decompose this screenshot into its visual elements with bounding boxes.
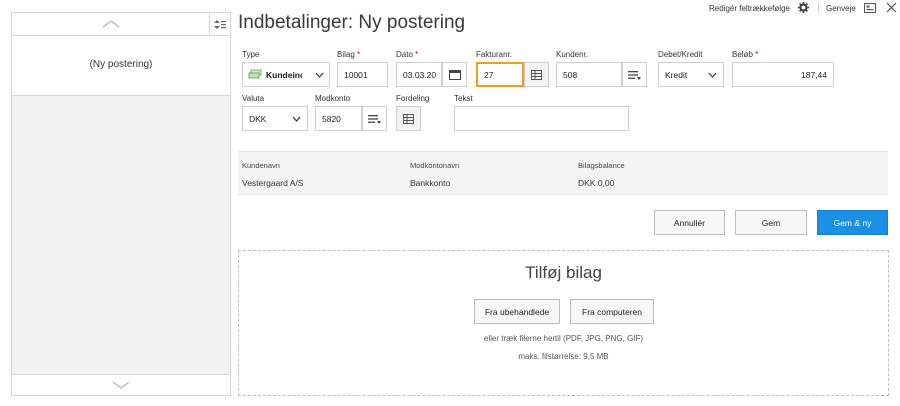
bilagsbalance-header: Bilagsbalance bbox=[578, 161, 625, 170]
valuta-value: DKK bbox=[249, 113, 267, 124]
list-item[interactable]: (Ny postering) bbox=[12, 36, 230, 96]
type-select[interactable]: Kundeind bbox=[242, 62, 330, 87]
sort-icon bbox=[214, 19, 226, 29]
kundenr-label: Kundenr. bbox=[556, 50, 589, 59]
valuta-label: Valuta bbox=[242, 94, 265, 103]
fordeling-label: Fordeling bbox=[396, 94, 430, 103]
type-label: Type bbox=[242, 50, 260, 59]
lookup-list-icon bbox=[368, 114, 381, 124]
page-title: Indbetalinger: Ny postering bbox=[238, 12, 466, 33]
fakturanr-value: 27 bbox=[484, 69, 494, 80]
kundenr-value: 508 bbox=[563, 69, 578, 80]
bilagsbalance-value: DKK 0,00 bbox=[578, 178, 615, 188]
belob-input[interactable]: 187,44 bbox=[732, 62, 834, 87]
from-computer-button[interactable]: Fra computeren bbox=[570, 299, 654, 324]
entry-label: (Ny postering) bbox=[89, 59, 153, 70]
kundenr-input[interactable]: 508 bbox=[556, 62, 622, 87]
grid-icon bbox=[403, 113, 414, 124]
modkonto-label: Modkonto bbox=[315, 94, 351, 103]
bilag-label: Bilag * bbox=[337, 50, 361, 59]
dato-label: Dato * bbox=[396, 50, 419, 59]
keyboard-icon[interactable] bbox=[864, 3, 876, 13]
fakturanr-label: Fakturanr. bbox=[476, 50, 513, 59]
dropzone-title: Tilføj bilag bbox=[525, 263, 602, 282]
modkontonavn-value: Bankkonto bbox=[410, 178, 451, 188]
max-size-note: maks. filstørrelse: 9,5 MB bbox=[518, 352, 609, 361]
invoice-grid-button[interactable] bbox=[524, 62, 549, 87]
modkontonavn-header: Modkontonavn bbox=[410, 161, 460, 170]
modkonto-input[interactable]: 5820 bbox=[315, 106, 362, 131]
scroll-down-button[interactable] bbox=[12, 374, 230, 395]
debet-kredit-label: Debet/Kredit bbox=[658, 50, 703, 59]
chevron-down-icon bbox=[112, 381, 130, 389]
gear-icon[interactable] bbox=[798, 2, 809, 13]
bilag-input[interactable]: 10001 bbox=[337, 62, 388, 87]
bilag-value: 10001 bbox=[344, 69, 368, 80]
save-and-new-button[interactable]: Gem & ny bbox=[817, 210, 888, 235]
money-icon bbox=[248, 69, 262, 79]
tekst-label: Tekst bbox=[454, 94, 473, 103]
tekst-input[interactable] bbox=[454, 106, 629, 131]
edit-field-order-link[interactable]: Redigér feltrækkefølge bbox=[709, 4, 790, 13]
account-lookup-button[interactable] bbox=[362, 106, 387, 131]
lookup-list-icon bbox=[628, 70, 641, 80]
type-value: Kundeind bbox=[266, 69, 302, 80]
entries-panel: (Ny postering) bbox=[11, 12, 231, 396]
sort-button[interactable] bbox=[210, 13, 230, 36]
close-icon[interactable] bbox=[886, 2, 897, 13]
dato-value: 03.03.20 bbox=[403, 69, 437, 80]
kundenavn-header: Kundenavn bbox=[242, 161, 280, 170]
valuta-select[interactable]: DKK bbox=[242, 106, 308, 131]
drag-hint: eller træk filerne hertil (PDF, JPG, PNG… bbox=[483, 334, 644, 343]
fordeling-button[interactable] bbox=[396, 106, 421, 131]
cancel-button[interactable]: Annullér bbox=[654, 210, 725, 235]
date-picker-button[interactable] bbox=[442, 62, 467, 87]
chevron-up-icon bbox=[102, 20, 119, 28]
chevron-down-icon bbox=[708, 72, 717, 78]
divider bbox=[818, 3, 819, 14]
grid-icon bbox=[531, 69, 542, 80]
debet-kredit-select[interactable]: Kredit bbox=[658, 62, 724, 87]
summary-band bbox=[238, 151, 888, 195]
save-button[interactable]: Gem bbox=[735, 210, 807, 235]
debet-kredit-value: Kredit bbox=[665, 69, 688, 80]
calendar-icon bbox=[448, 70, 461, 80]
from-unprocessed-button[interactable]: Fra ubehandlede bbox=[474, 299, 560, 324]
chevron-down-icon bbox=[315, 72, 324, 78]
belob-label: Beløb * bbox=[732, 50, 759, 59]
fakturanr-input[interactable]: 27 bbox=[476, 62, 524, 87]
attachment-dropzone[interactable]: Tilføj bilag Fra ubehandlede Fra compute… bbox=[238, 250, 889, 396]
belob-value: 187,44 bbox=[801, 69, 827, 80]
scroll-up-button[interactable] bbox=[12, 13, 210, 36]
shortcuts-link[interactable]: Genveje bbox=[826, 4, 856, 13]
customer-lookup-button[interactable] bbox=[622, 62, 647, 87]
kundenavn-value: Vestergaard A/S bbox=[242, 178, 304, 188]
modkonto-value: 5820 bbox=[322, 113, 341, 124]
chevron-down-icon bbox=[292, 116, 301, 122]
dato-input[interactable]: 03.03.20 bbox=[396, 62, 442, 87]
